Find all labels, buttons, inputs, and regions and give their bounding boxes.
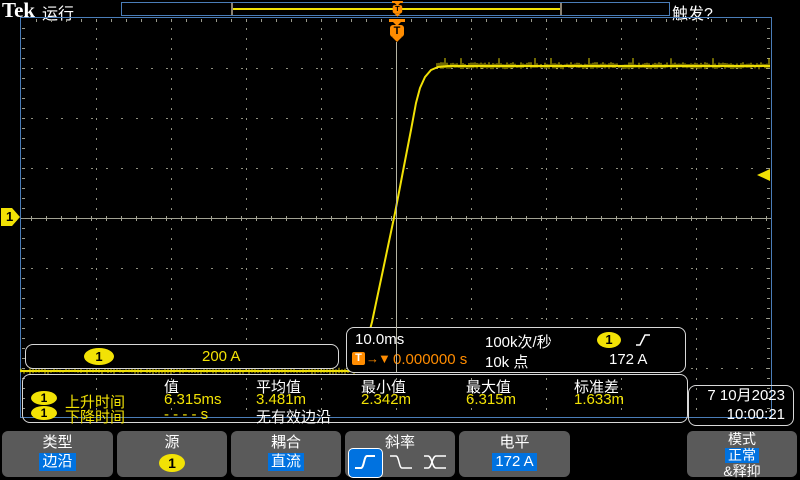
menu-label: 模式 [687,432,797,447]
trigger-pin-tip [392,37,402,42]
trigger-t-icon: T [352,352,365,365]
meas-row-mean: 无有效边沿 [256,406,331,427]
record-window-tick [560,3,562,15]
menu-trigger-source[interactable]: 源 1 [117,431,227,477]
menu-value-secondary: &释抑 [687,464,797,479]
menu-trigger-type[interactable]: 类型 边沿 [2,431,113,477]
rising-slope-icon[interactable] [353,452,377,472]
meas-row-name: 下降时间 [65,406,125,427]
measurements-panel: 值 平均值 最小值 最大值 标准差 1 上升时间 6.315ms 3.481m … [22,374,688,423]
trigger-pin-tip [394,13,401,16]
trigger-position-value: 0.000000 s [393,351,467,368]
channel1-scale: 200 A [202,348,240,365]
trigger-pin-t: T [393,5,403,13]
menu-trigger-mode[interactable]: 模式 正常 &释抑 [687,431,797,477]
softkey-menu-bar: 类型 边沿 源 1 耦合 直流 斜率 [0,428,800,480]
menu-trigger-coupling[interactable]: 耦合 直流 [231,431,341,477]
menu-label: 耦合 [231,434,341,451]
time-label: 10:00:21 [689,405,793,424]
record-length: 10k 点 [485,351,528,372]
menu-label: 类型 [2,434,113,451]
meas-row-stddev: 1.633m [574,391,624,408]
rising-edge-icon [635,332,651,348]
horizontal-trigger-readout: 10.0ms 100k次/秒 1 T →▼ 0.000000 s 10k 点 1… [346,327,686,373]
sample-rate: 100k次/秒 [485,331,552,352]
trigger-pin-t: T [390,25,404,37]
datetime-box: 7 10月2023 10:00:21 [688,385,794,426]
slope-options [345,447,455,477]
meas-row-min: 2.342m [361,391,411,408]
menu-trigger-level[interactable]: 电平 172 A [459,431,570,477]
trigger-level-value: 172 A [609,351,647,368]
trigger-position-record-marker[interactable]: T [392,1,403,17]
waveform-trace [20,66,770,371]
trigger-position-line [396,42,397,372]
channel1-badge: 1 [84,348,114,365]
menu-value-selected: 172 A [492,453,536,471]
channel1-readout: 1 200 A [25,344,339,369]
menu-value-selected: 直流 [268,453,304,471]
trigger-position-marker[interactable]: T [389,19,405,42]
menu-label: 源 [117,434,227,451]
meas-row-value: - - - - s [164,406,208,423]
meas-row-badge: 1 [31,391,57,405]
menu-value-selected: 边沿 [39,453,75,471]
both-slopes-icon[interactable] [422,453,448,471]
trigger-source-badge: 1 [597,332,621,348]
menu-value-selected: 正常 [725,448,759,463]
source-channel-badge: 1 [159,454,185,472]
oscilloscope-screen: Tek 运行 T 触发? T 1 1 200 A 10.0ms 100k次/秒 … [0,0,800,480]
trigger-position-arrows-icon: →▼ [366,351,390,366]
meas-row-max: 6.315m [466,391,516,408]
meas-row-badge: 1 [31,406,57,420]
falling-slope-icon[interactable] [388,453,414,471]
trigger-level-arrow-icon[interactable] [757,169,770,181]
channel1-ground-marker[interactable]: 1 [1,208,20,226]
menu-label: 电平 [459,434,570,451]
date-label: 7 10月2023 [689,386,793,405]
menu-trigger-slope[interactable]: 斜率 [345,431,455,477]
